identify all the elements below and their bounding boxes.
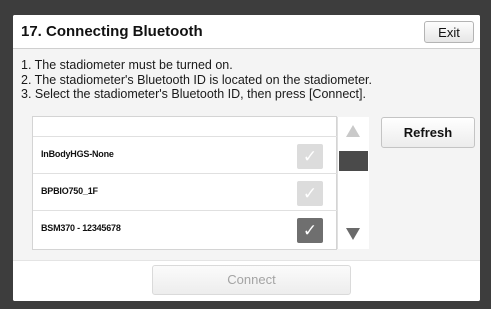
- scrollbar[interactable]: [337, 117, 369, 249]
- check-icon[interactable]: ✓: [297, 144, 323, 169]
- connect-button[interactable]: Connect: [152, 265, 351, 295]
- screen-frame: 17. Connecting Bluetooth Exit 1. The sta…: [0, 0, 491, 309]
- check-icon[interactable]: ✓: [297, 218, 323, 243]
- instruction-line-3: 3. Select the stadiometer's Bluetooth ID…: [21, 87, 366, 101]
- device-name: BPBIO750_1F: [41, 186, 98, 196]
- list-header: [33, 117, 337, 137]
- scroll-thumb[interactable]: [339, 151, 368, 171]
- instructions: 1. The stadiometer must be turned on. 2.…: [21, 58, 372, 102]
- scroll-down-arrow-icon[interactable]: [346, 228, 360, 240]
- bluetooth-dialog: 17. Connecting Bluetooth Exit 1. The sta…: [13, 15, 480, 301]
- list-item-selected[interactable]: BSM370 - 12345678 ✓: [33, 211, 337, 248]
- device-name: BSM370 - 12345678: [41, 223, 121, 233]
- device-name: InBodyHGS-None: [41, 149, 114, 159]
- list-item[interactable]: BPBIO750_1F ✓: [33, 174, 337, 211]
- check-icon[interactable]: ✓: [297, 181, 323, 206]
- refresh-button[interactable]: Refresh: [381, 117, 475, 148]
- exit-button[interactable]: Exit: [424, 21, 474, 43]
- scroll-up-arrow-icon[interactable]: [346, 125, 360, 137]
- list-item[interactable]: InBodyHGS-None ✓: [33, 137, 337, 174]
- bottom-bar: Connect: [13, 260, 480, 301]
- instruction-line-1: 1. The stadiometer must be turned on.: [21, 58, 233, 72]
- title-bar: 17. Connecting Bluetooth Exit: [13, 15, 480, 49]
- dialog-title: 17. Connecting Bluetooth: [21, 23, 203, 40]
- instruction-line-2: 2. The stadiometer's Bluetooth ID is loc…: [21, 72, 372, 87]
- device-list: InBodyHGS-None ✓ BPBIO750_1F ✓ BSM370 - …: [32, 116, 369, 250]
